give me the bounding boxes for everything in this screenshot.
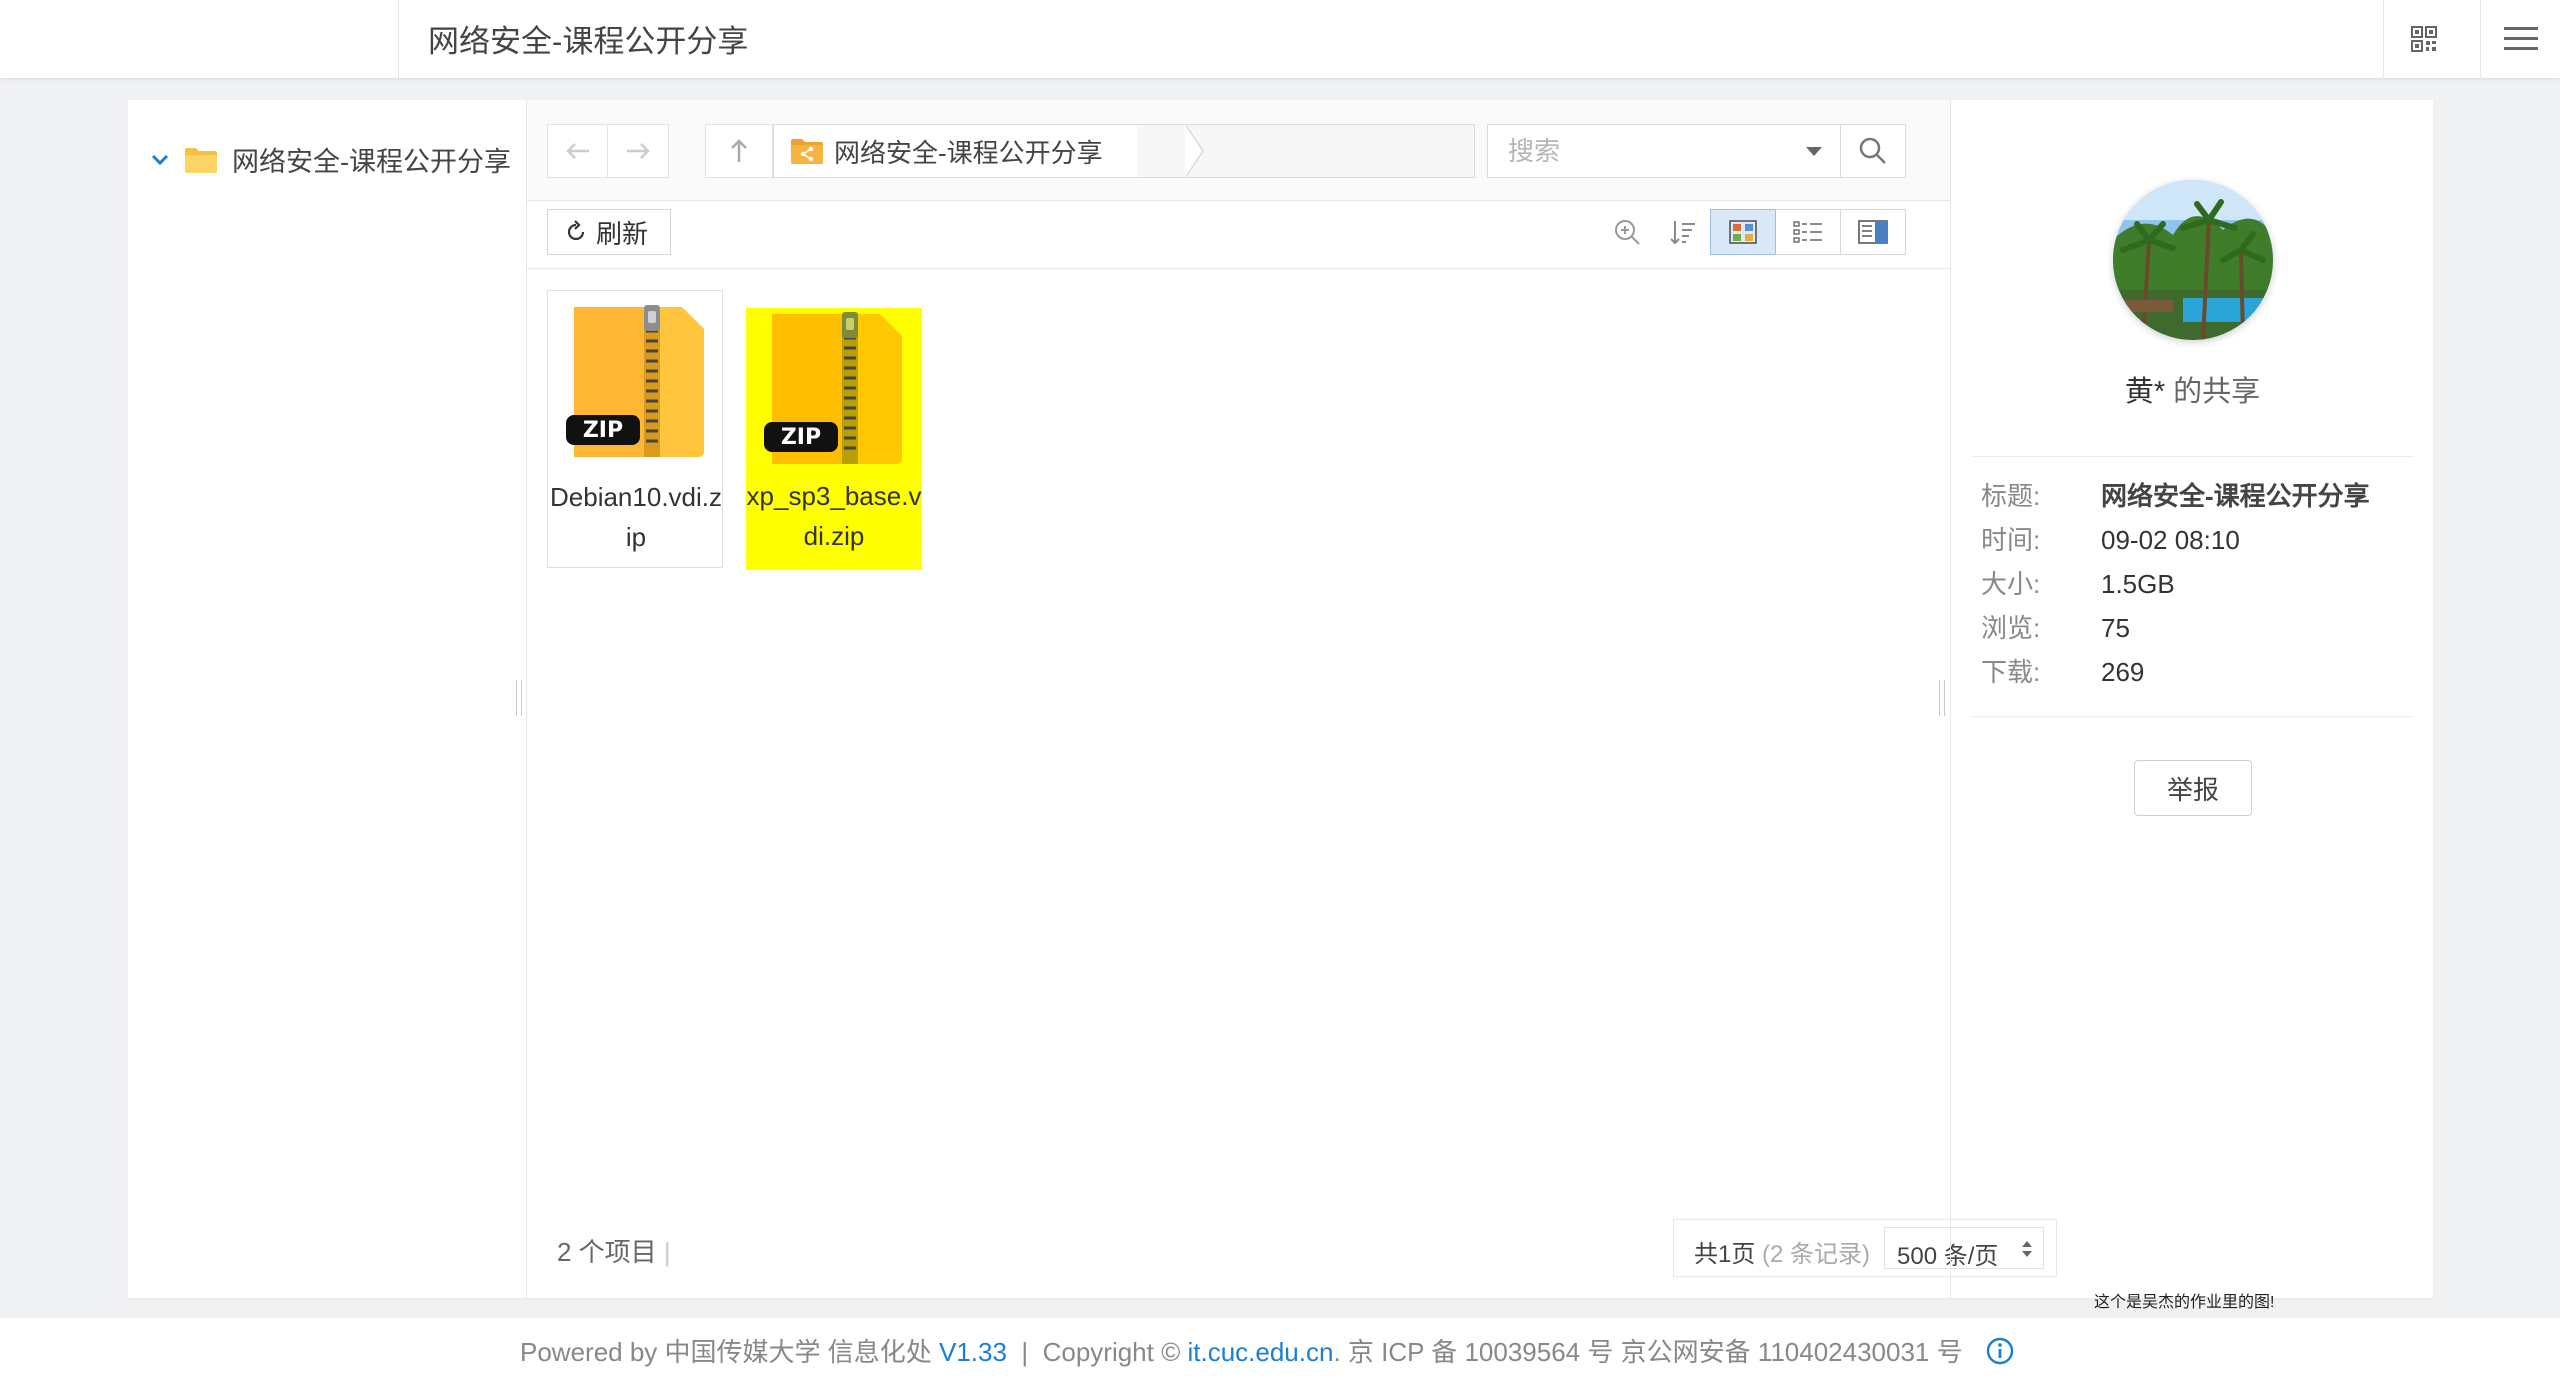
- divider: [1971, 716, 2414, 717]
- share-card: 网络安全-课程公开分享 网络安全-课程公开分享 搜索 刷新 ZIP Debian…: [128, 100, 2433, 1298]
- footer-site-link[interactable]: it.cuc.edu.cn: [1187, 1337, 1333, 1367]
- meta-label: 下载:: [1981, 657, 2041, 687]
- up-button[interactable]: [705, 124, 773, 178]
- zoom-in-icon: [1615, 220, 1640, 245]
- divider: [1971, 456, 2414, 457]
- search-button[interactable]: [1840, 124, 1906, 178]
- meta-value: 1.5GB: [2101, 569, 2175, 599]
- qrcode-button[interactable]: [2383, 0, 2464, 78]
- file-tile-selected[interactable]: ZIP xp_sp3_base.vdi.zip: [746, 308, 922, 570]
- owner-name: 黄*: [2124, 376, 2166, 408]
- meta-value: 75: [2101, 613, 2130, 643]
- footer-text: Powered by 中国传媒大学 信息化处 V1.33 | Copyright…: [520, 1332, 2014, 1369]
- avatar-image: [2113, 180, 2273, 340]
- share-owner: 黄* 的共享: [1951, 368, 2434, 410]
- owner-suffix: 的共享: [2165, 376, 2261, 408]
- refresh-icon: [567, 220, 585, 241]
- folder-icon: [185, 147, 217, 173]
- info-icon[interactable]: [1986, 1337, 2014, 1365]
- share-info-panel: 黄* 的共享 标题: 网络安全-课程公开分享 时间: 09-02 08:10 大小:…: [1950, 100, 2434, 1298]
- pager-records: (2 条记录): [1762, 1241, 1871, 1268]
- tree-item-root[interactable]: 网络安全-课程公开分享: [150, 140, 511, 179]
- share-meta: 标题: 网络安全-课程公开分享 时间: 09-02 08:10 大小: 1.5GB 浏…: [1981, 474, 2370, 694]
- zip-badge-text: ZIP: [781, 425, 821, 450]
- meta-row-size: 大小: 1.5GB: [1981, 562, 2370, 606]
- zip-file-icon: ZIP: [764, 312, 902, 464]
- annotation-note: 这个是吴杰的作业里的图!: [2094, 1294, 2275, 1311]
- forward-button[interactable]: [607, 124, 669, 178]
- search-input[interactable]: [1488, 125, 1818, 177]
- logo-area: [0, 0, 399, 78]
- right-splitter-handle[interactable]: [1939, 680, 1945, 716]
- breadcrumb-item[interactable]: 网络安全-课程公开分享: [774, 125, 1137, 177]
- search-icon: [1859, 137, 1886, 164]
- sort-button[interactable]: [1665, 214, 1701, 250]
- meta-label: 大小:: [1981, 569, 2041, 599]
- zoom-button[interactable]: [1609, 214, 1645, 250]
- back-button[interactable]: [547, 124, 609, 178]
- items-count-label: 2 个项目: [557, 1237, 657, 1267]
- meta-row-views: 浏览: 75: [1981, 606, 2370, 650]
- meta-label: 时间:: [1981, 525, 2041, 555]
- footer: Powered by 中国传媒大学 信息化处 V1.33 | Copyright…: [0, 1318, 2560, 1378]
- sort-icon: [1670, 221, 1695, 245]
- arrow-left-icon: [566, 143, 589, 159]
- left-splitter-handle[interactable]: [516, 680, 522, 716]
- file-name: Debian10.vdi.zip: [550, 482, 722, 552]
- pager-pages: 共1页: [1694, 1241, 1756, 1268]
- items-count-divider: |: [663, 1237, 671, 1267]
- breadcrumb-separator-fill: [1185, 125, 1202, 177]
- items-count: 2 个项目 |: [557, 1232, 671, 1269]
- refresh-button[interactable]: 刷新: [547, 209, 671, 255]
- tree-item-label: 网络安全-课程公开分享: [232, 147, 511, 177]
- chevron-down-icon[interactable]: [150, 153, 170, 167]
- file-browser: 网络安全-课程公开分享 刷新: [527, 100, 2057, 1298]
- refresh-label: 刷新: [596, 218, 649, 249]
- view-split-button[interactable]: [1840, 209, 1906, 255]
- meta-value: 269: [2101, 657, 2145, 687]
- shared-folder-icon: [791, 139, 823, 164]
- page-title: 网络安全-课程公开分享: [428, 24, 749, 59]
- meta-row-time: 时间: 09-02 08:10: [1981, 518, 2370, 562]
- breadcrumb: 网络安全-课程公开分享: [773, 124, 1475, 178]
- hamburger-icon: [2504, 27, 2538, 50]
- file-tile[interactable]: ZIP Debian10.vdi.zip: [547, 290, 723, 568]
- footer-icp: . 京 ICP 备 10039564 号 京公网安备 110402430031 …: [1333, 1337, 1963, 1367]
- report-button[interactable]: 举报: [2134, 760, 2252, 816]
- meta-value: 09-02 08:10: [2101, 525, 2240, 555]
- arrow-right-icon: [627, 143, 650, 159]
- pager-summary: 共1页 (2 条记录): [1694, 1234, 1870, 1269]
- menu-button[interactable]: [2480, 0, 2560, 78]
- meta-label: 标题:: [1981, 481, 2041, 511]
- view-list-button[interactable]: [1775, 209, 1841, 255]
- meta-label: 浏览:: [1981, 613, 2041, 643]
- zip-badge-text: ZIP: [583, 418, 623, 443]
- meta-value: 网络安全-课程公开分享: [2101, 481, 2370, 511]
- search-box: [1487, 124, 1842, 178]
- file-name: xp_sp3_base.vdi.zip: [746, 481, 922, 551]
- meta-row-title: 标题: 网络安全-课程公开分享: [1981, 474, 2370, 518]
- thumbnail-view-icon: [1729, 220, 1757, 244]
- footer-version-link[interactable]: V1.33: [939, 1337, 1007, 1367]
- list-view-icon: [1793, 221, 1822, 243]
- folder-tree: 网络安全-课程公开分享: [128, 100, 527, 1298]
- meta-row-downloads: 下载: 269: [1981, 650, 2370, 694]
- view-mode-group: [1710, 209, 1906, 255]
- breadcrumb-label: 网络安全-课程公开分享: [834, 137, 1103, 168]
- top-bar: 网络安全-课程公开分享: [0, 0, 2560, 78]
- footer-powered: Powered by 中国传媒大学 信息化处: [520, 1337, 939, 1367]
- arrow-up-icon: [731, 139, 747, 162]
- search-dropdown-caret-icon[interactable]: [1806, 147, 1822, 156]
- footer-copyright: | Copyright ©: [1006, 1337, 1188, 1367]
- qrcode-icon: [2411, 26, 2437, 52]
- zip-file-icon: ZIP: [566, 305, 704, 457]
- avatar: [2113, 180, 2273, 340]
- view-thumbnail-button[interactable]: [1710, 209, 1776, 255]
- split-view-icon: [1858, 220, 1888, 244]
